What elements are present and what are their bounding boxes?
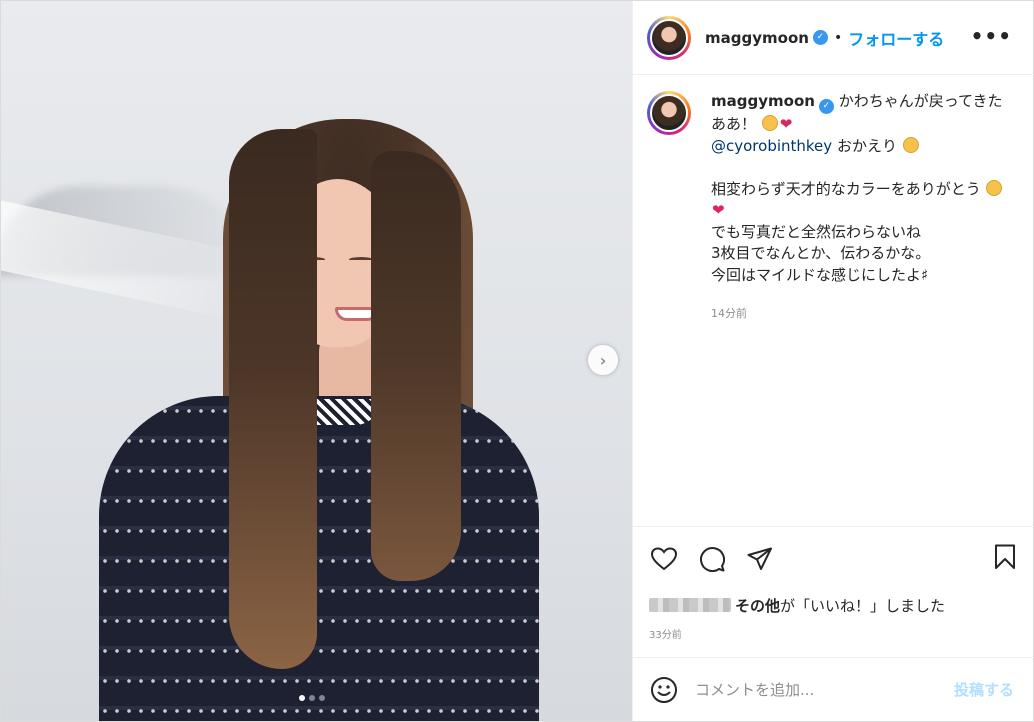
post-photo[interactable]: › [1,1,632,721]
author-avatar[interactable] [647,15,691,60]
caption-avatar[interactable] [647,91,691,135]
caption-line-6: 今回はマイルドな感じにしたよ♯ [711,265,929,284]
post-header: maggymoon ✓ • フォローする ••• [633,1,1034,75]
caption-timestamp[interactable]: 14分前 [711,303,1011,325]
carousel-dot-2 [309,695,315,701]
caption-text: maggymoon ✓ かわちゃんが戻ってきたああ！ ❤ @cyorobinthk… [711,91,1011,526]
likes-others-link[interactable]: その他 [735,595,780,616]
emoji-picker-icon[interactable] [649,675,679,705]
carousel-dot-1 [299,695,305,701]
avatar-image [650,94,688,132]
chevron-right-icon: › [599,350,607,370]
smiling-face-emoji-icon [986,179,1003,196]
bookmark-icon[interactable] [994,544,1016,574]
liker-name-blurred [649,598,731,612]
likes-summary: その他 が「いいね！」しました [633,590,1034,620]
like-icon[interactable] [649,544,679,574]
heart-emoji-icon: ❤ [712,201,725,219]
avatar-image [650,18,688,57]
follow-button[interactable]: フォローする [848,26,944,50]
mention-link[interactable]: @cyorobinthkey [711,137,832,155]
photo-sweater-pattern [99,396,539,721]
comment-bar: 投稿する [633,657,1034,721]
likes-text: が「いいね！」しました [780,596,946,615]
more-options-icon[interactable]: ••• [971,24,1012,48]
caption-mention-suffix: おかえり [832,136,897,155]
photo-hair-left [229,129,317,669]
photo-eye-right [349,257,373,262]
carousel-next-button[interactable]: › [588,345,618,375]
action-bar [633,526,1034,590]
instagram-post: › maggymoon ✓ • フォローする ••• maggymoon ✓ かわ… [0,0,1034,722]
caption-username[interactable]: maggymoon [711,92,815,110]
post-comment-button[interactable]: 投稿する [954,679,1014,700]
crying-face-emoji-icon [761,115,778,131]
post-caption: maggymoon ✓ かわちゃんが戻ってきたああ！ ❤ @cyorobinthk… [633,75,1034,526]
post-timestamp[interactable]: 33分前 [633,620,1034,652]
photo-hair-right [371,151,461,581]
carousel-dot-3 [319,695,325,701]
smiling-face-emoji-icon [902,136,919,153]
caption-line-3: 相変わらず天才的なカラーをありがとう [711,179,981,198]
post-sidebar: maggymoon ✓ • フォローする ••• maggymoon ✓ かわちゃ… [632,1,1034,721]
share-icon[interactable] [745,544,775,574]
carousel-dots [299,695,325,701]
comment-icon[interactable] [697,544,727,574]
verified-badge-icon: ✓ [818,99,834,114]
caption-line-4: でも写真だと全然伝わらないね [711,222,922,241]
comment-input[interactable] [695,680,954,699]
header-separator: • [833,29,843,46]
caption-line-5: 3枚目でなんとか、伝わるかな。 [711,244,931,262]
author-username[interactable]: maggymoon [705,29,809,47]
heart-emoji-icon: ❤ [779,115,793,133]
verified-badge-icon: ✓ [812,30,828,45]
